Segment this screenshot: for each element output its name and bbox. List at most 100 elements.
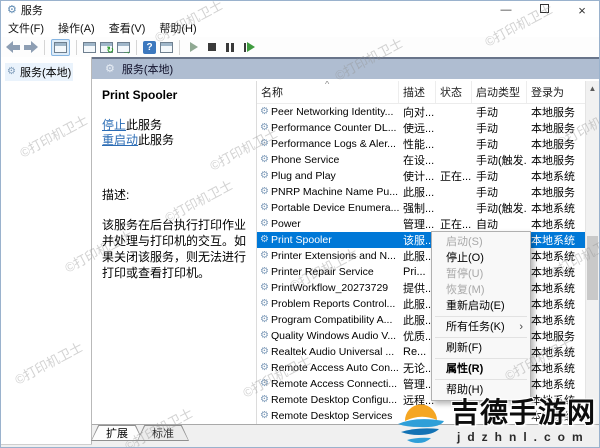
menu-item-0[interactable]: 文件(F) [1,18,51,38]
list-header: 名称 ^ 描述 状态 启动类型 登录为 [257,81,585,104]
table-row[interactable]: ⚙ PNRP Machine Name Pu... 此服... 手动 本地服务 [257,184,585,200]
table-row[interactable]: ⚙Phone Service 在设... 手动(触发... 本地服务 [257,152,585,168]
service-logon-as: 本地系统 [531,283,575,295]
service-action-link[interactable]: 重启动 [102,133,138,147]
menu-item-1[interactable]: 操作(A) [51,18,102,38]
service-startup-type: 手动 [476,123,498,135]
help-icon[interactable]: ? [143,40,156,54]
table-row[interactable]: ⚙ Performance Counter DL... 使远... 手动 本地服务 [257,120,585,136]
maximize-button[interactable] [537,4,551,16]
table-row[interactable]: ⚙ Peer Networking Identity... 向对... 手动 本地服务 [257,104,585,120]
export-list-icon[interactable] [117,41,131,56]
service-logon-as: 本地系统 [531,267,575,279]
table-row[interactable]: ⚙ Remote Access Connecti... 管理... 本地系统 [257,376,585,392]
service-gear-icon: ⚙ [260,203,269,213]
scrollbar-thumb[interactable] [587,236,598,300]
service-gear-icon: ⚙ [260,139,269,149]
context-menu-item-refresh[interactable]: 刷新(F) [432,340,530,356]
restart-service-icon[interactable] [244,42,255,52]
service-status: 正在... [440,171,472,183]
minimize-button[interactable]: — [499,4,513,16]
tree-item-label: 服务(本地) [19,67,72,79]
service-gear-icon: ⚙ [260,331,269,341]
forward-icon[interactable] [24,41,38,53]
service-logon-as: 本地服务 [531,139,575,151]
service-gear-icon: ⚙ [260,251,269,261]
table-row[interactable]: ⚙ Problem Reports Control... 此服... 本地系统 [257,296,585,312]
context-menu-item-help[interactable]: 帮助(H) [432,382,530,398]
context-menu-item-all-tasks[interactable]: 所有任务(K) › [432,319,530,335]
context-menu-item-resume: 恢复(M) [446,284,485,296]
service-logon-as: 本地系统 [531,219,575,231]
console-tree-panel: ⚙ 服务(本地) [1,57,92,444]
column-header-0[interactable]: 名称 ^ [257,81,399,103]
action-pane-icon[interactable] [160,41,173,53]
service-description: 此服... [403,187,435,199]
column-header-4[interactable]: 登录为 [527,81,581,103]
context-menu-item-start: 启动(S) [446,236,483,248]
scroll-up-icon[interactable]: ▲ [586,81,599,95]
service-gear-icon: ⚙ [260,315,269,325]
service-gear-icon: ⚙ [260,283,269,293]
tab-标准[interactable]: 标准 [137,425,189,441]
service-gear-icon: ⚙ [260,171,269,181]
service-name: Remote Desktop Services [271,410,393,422]
table-row[interactable]: ⚙ Realtek Audio Universal ... Re... 本地系统 [257,344,585,360]
service-logon-as: 本地系统 [531,251,575,263]
description-label: 描述: [102,188,130,202]
tab-扩展[interactable]: 扩展 [91,425,143,441]
service-gear-icon: ⚙ [260,123,269,133]
service-description: 强制... [403,203,435,215]
context-menu-item-restart[interactable]: 重新启动(E) [432,298,530,314]
properties-window-icon[interactable] [83,41,96,53]
submenu-arrow-icon: › [519,321,523,333]
table-row[interactable]: ⚙ Printer Repair Service Pri... 本地系统 [257,264,585,280]
service-description: 性能... [403,139,435,151]
table-row[interactable]: ⚙ Power 管理... 正在... 自动 本地系统 [257,216,585,232]
service-logon-as: 本地系统 [531,203,575,215]
service-logon-as: 本地系统 [531,235,575,247]
vertical-scrollbar[interactable]: ▲ [585,81,599,424]
menu-item-2[interactable]: 查看(V) [102,18,153,38]
table-row[interactable]: ⚙ Remote Access Auto Con... 无论... 本地系统 [257,360,585,376]
service-logon-as: 本地系统 [531,363,575,375]
start-service-icon[interactable] [190,42,198,52]
service-name: Phone Service [271,154,340,166]
table-row[interactable]: ⚙ Printer Extensions and N... 此服... 本地系统 [257,248,585,264]
menu-item-3[interactable]: 帮助(H) [152,18,203,38]
tree-item-services-local[interactable]: ⚙ 服务(本地) [5,63,74,81]
service-name: Remote Access Auto Con... [271,362,399,374]
toolbar-separator [76,39,77,55]
service-logon-as: 本地系统 [531,379,575,391]
services-app-icon: ⚙ [7,3,17,16]
table-row[interactable]: ⚙ Print Spooler 该服... 本地系统 [257,232,585,248]
service-gear-icon: ⚙ [260,187,269,197]
service-gear-icon: ⚙ [260,363,269,373]
table-row[interactable]: ⚙ Performance Logs & Aler... 性能... 手动 本地服务 [257,136,585,152]
service-action-link[interactable]: 停止 [102,118,126,132]
column-header-3[interactable]: 启动类型 [472,81,527,103]
table-row[interactable]: ⚙Portable Device Enumera... 强制... 手动(触发...… [257,200,585,216]
table-row[interactable]: ⚙ PrintWorkflow_20273729 提供... 本地系统 [257,280,585,296]
context-menu-item-stop[interactable]: 停止(O) [432,250,530,266]
service-gear-icon: ⚙ [260,107,269,117]
show-console-tree-icon[interactable] [51,38,70,56]
service-name: Plug and Play [271,170,336,182]
stop-service-icon[interactable] [208,43,216,51]
pause-service-icon[interactable] [226,42,234,52]
refresh-icon[interactable] [100,41,114,56]
service-description: 向对... [403,107,435,119]
service-name: Power [271,218,301,230]
table-row[interactable]: ⚙ Plug and Play 使计... 正在... 手动 本地系统 [257,168,585,184]
context-menu-item-properties[interactable]: 属性(R) [432,361,530,377]
column-header-2[interactable]: 状态 [436,81,472,103]
back-icon[interactable] [6,41,20,53]
service-name: Realtek Audio Universal ... [271,346,395,358]
close-button[interactable]: × [575,4,589,17]
table-row[interactable]: ⚙ Quality Windows Audio V... 优质... 本地服务 [257,328,585,344]
gear-icon: ⚙ [7,66,16,77]
service-action-suffix: 此服务 [138,133,175,147]
column-header-1[interactable]: 描述 [399,81,436,103]
table-row[interactable]: ⚙ Program Compatibility A... 此服... 本地系统 [257,312,585,328]
service-gear-icon: ⚙ [260,235,269,245]
